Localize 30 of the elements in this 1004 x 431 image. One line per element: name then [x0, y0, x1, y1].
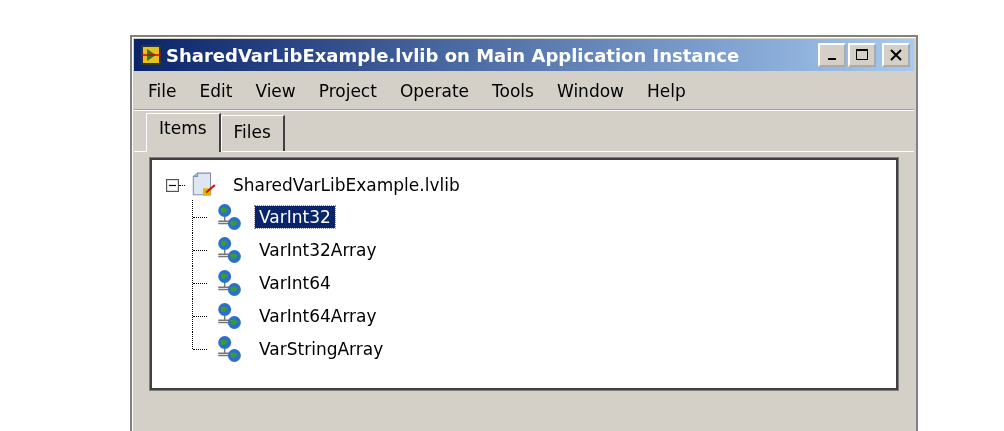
window-title: SharedVarLibExample.lvlib on Main Application Instance [166, 44, 741, 66]
tree-item[interactable]: VarInt64Array [255, 304, 381, 327]
network-globes-icon [215, 268, 243, 297]
network-globes-icon [215, 202, 243, 231]
collapse-toggle[interactable] [166, 178, 179, 192]
network-globes-icon [215, 301, 243, 330]
tree-item[interactable]: VarStringArray [255, 337, 388, 360]
maximize-button[interactable] [848, 43, 876, 67]
menu-item[interactable]: Edit [199, 81, 233, 101]
network-globes-icon [215, 235, 243, 264]
menu-item[interactable]: Tools [492, 81, 534, 101]
menu-item[interactable]: Window [556, 81, 624, 101]
network-globes-icon [215, 334, 243, 363]
tab[interactable]: Items [146, 113, 221, 152]
maximize-icon [854, 48, 870, 62]
menu-item[interactable]: View [255, 81, 296, 101]
tree-item[interactable]: SharedVarLibExample.lvlib [229, 174, 464, 196]
minimize-icon [828, 58, 836, 60]
menu-item[interactable]: Operate [399, 81, 470, 101]
menu-item[interactable]: Project [318, 81, 377, 101]
tree-item[interactable]: VarInt32Array [255, 238, 381, 261]
tree-item[interactable]: VarInt64 [255, 271, 335, 294]
tab[interactable]: Files [220, 115, 285, 151]
close-button[interactable] [882, 43, 910, 67]
menu-item[interactable]: File [148, 81, 177, 101]
menu-item[interactable]: Help [647, 81, 686, 101]
tree-item[interactable]: VarInt32 [255, 205, 335, 228]
close-icon [888, 48, 904, 62]
minimize-button[interactable] [818, 43, 846, 67]
app-icon [140, 44, 162, 66]
